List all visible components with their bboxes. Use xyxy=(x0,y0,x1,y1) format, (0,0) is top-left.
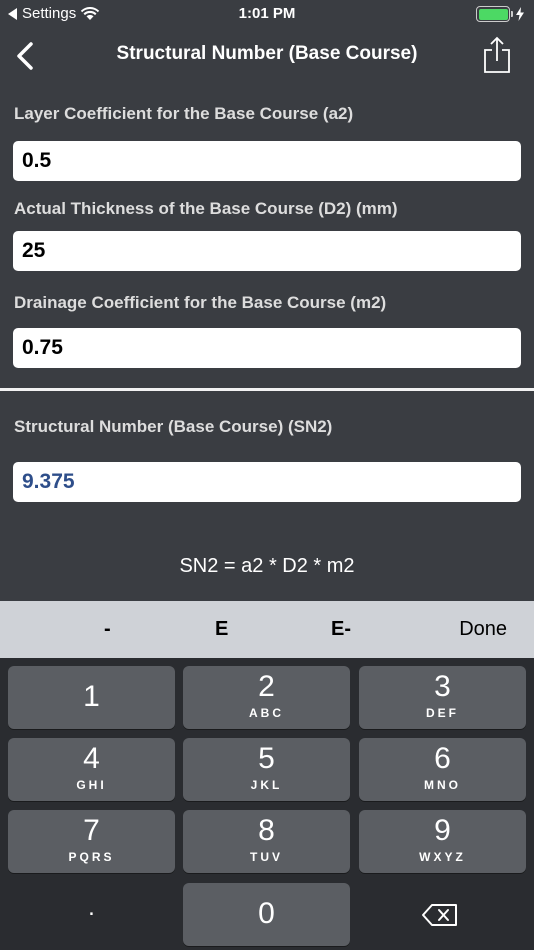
status-right xyxy=(476,6,524,22)
backspace-key[interactable] xyxy=(359,883,526,946)
backspace-icon xyxy=(422,904,457,926)
key-8[interactable]: 8 TUV xyxy=(183,810,350,873)
key-7[interactable]: 7 PQRS xyxy=(8,810,175,873)
page-title: Structural Number (Base Course) xyxy=(116,43,418,64)
back-button[interactable] xyxy=(12,40,42,72)
key-5[interactable]: 5 JKL xyxy=(183,738,350,801)
charging-bolt-icon xyxy=(516,7,524,21)
nav-bar: Structural Number (Base Course) xyxy=(0,30,534,82)
m2-input[interactable] xyxy=(13,328,521,368)
formula-text: SN2 = a2 * D2 * m2 xyxy=(179,555,355,577)
chevron-left-icon xyxy=(17,42,33,70)
minus-key[interactable]: - xyxy=(104,618,111,641)
battery-icon xyxy=(476,6,513,22)
section-divider xyxy=(0,388,534,391)
key-3[interactable]: 3 DEF xyxy=(359,666,526,729)
d2-input[interactable] xyxy=(13,231,521,271)
status-time: 1:01 PM xyxy=(238,5,296,22)
numeric-keypad: 1 2 ABC 3 DEF 4 GHI 5 JKL 6 MNO 7 PQRS 8… xyxy=(0,658,534,950)
key-1[interactable]: 1 xyxy=(8,666,175,729)
key-2[interactable]: 2 ABC xyxy=(183,666,350,729)
key-0[interactable]: 0 xyxy=(183,883,350,946)
share-icon xyxy=(484,36,510,73)
status-bar: Settings 1:01 PM xyxy=(0,0,534,30)
sn2-label: Structural Number (Base Course) (SN2) xyxy=(14,417,333,436)
m2-label: Drainage Coefficient for the Base Course… xyxy=(14,293,387,312)
keyboard-accessory-bar: - E E- Done xyxy=(0,601,534,658)
key-6[interactable]: 6 MNO xyxy=(359,738,526,801)
sn2-result-field[interactable] xyxy=(13,462,521,502)
done-button[interactable]: Done xyxy=(459,618,507,641)
key-decimal[interactable]: . xyxy=(8,883,175,946)
key-9[interactable]: 9 WXYZ xyxy=(359,810,526,873)
share-button[interactable] xyxy=(482,36,512,76)
key-4[interactable]: 4 GHI xyxy=(8,738,175,801)
a2-label: Layer Coefficient for the Base Course (a… xyxy=(14,104,354,123)
exponent-key[interactable]: E xyxy=(215,618,228,641)
a2-input[interactable] xyxy=(13,141,521,181)
negative-exponent-key[interactable]: E- xyxy=(331,618,351,641)
d2-label: Actual Thickness of the Base Course (D2)… xyxy=(14,199,398,218)
